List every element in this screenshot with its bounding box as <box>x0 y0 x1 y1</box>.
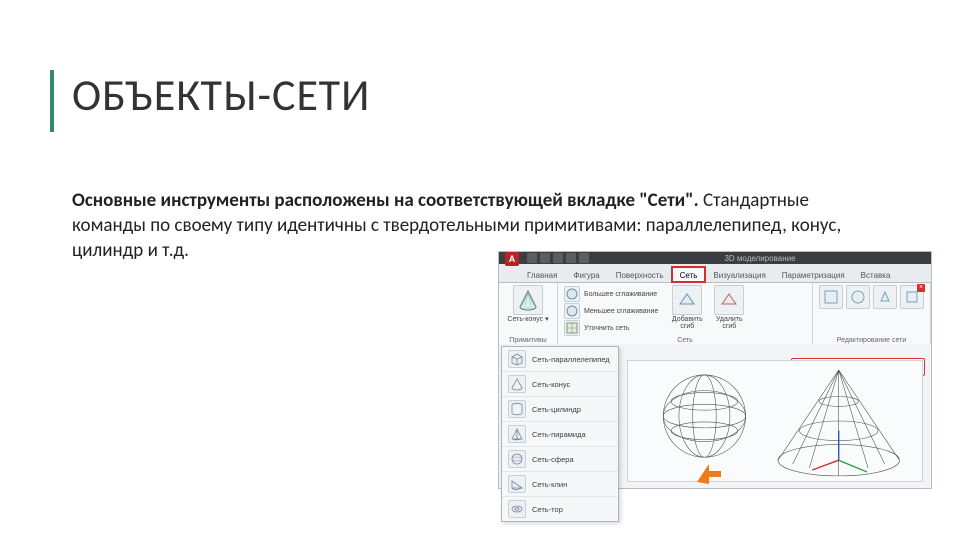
app-logo: A <box>505 252 519 266</box>
crease-add-icon <box>672 285 702 315</box>
accent-bar <box>50 70 54 132</box>
cone-icon <box>508 375 526 393</box>
edit-icon-3[interactable] <box>873 285 897 309</box>
close-badge-icon: × <box>917 284 925 292</box>
tab-param[interactable]: Параметризация <box>774 267 853 282</box>
mesh-cone-label: Сеть-конус ▾ <box>507 316 548 323</box>
tab-shape[interactable]: Фигура <box>565 267 607 282</box>
dd-cylinder[interactable]: Сеть-цилиндр <box>502 397 618 422</box>
sphere-icon <box>508 450 526 468</box>
tab-surface[interactable]: Поверхность <box>608 267 672 282</box>
ribbon-group-primitives: Сеть-конус ▾ Примитивы <box>499 283 558 345</box>
qat-icon[interactable] <box>527 253 537 263</box>
mesh-icon <box>564 320 580 336</box>
cursor-arrow-icon <box>695 462 723 484</box>
cone-icon <box>513 285 543 315</box>
ribbon-tabs: Главная Фигура Поверхность Сеть Визуализ… <box>499 264 931 283</box>
ribbon-group-mesh: Большее сглаживание Меньшее сглаживание … <box>558 283 813 345</box>
dd-torus[interactable]: Сеть-тор <box>502 497 618 521</box>
dd-sphere[interactable]: Сеть-сфера <box>502 447 618 472</box>
tab-mesh[interactable]: Сеть <box>672 267 706 282</box>
refine-mesh-button[interactable]: Уточнить сеть <box>564 320 658 336</box>
qat-icon[interactable] <box>579 253 589 263</box>
ribbon-group-edit: × Редактирование сети <box>813 283 931 345</box>
sphere-icon <box>564 303 580 319</box>
edit-icon-2[interactable] <box>846 285 870 309</box>
smooth-less-button[interactable]: Меньшее сглаживание <box>564 303 658 319</box>
qat-icon[interactable] <box>553 253 563 263</box>
smooth-more-button[interactable]: Большее сглаживание <box>564 286 658 302</box>
tab-visualize[interactable]: Визуализация <box>705 267 773 282</box>
qat-icon[interactable] <box>566 253 576 263</box>
model-viewport[interactable] <box>627 360 923 482</box>
dd-wedge[interactable]: Сеть-клин <box>502 472 618 497</box>
window-title-text: 3D моделирование <box>724 254 795 263</box>
remove-crease-button[interactable]: Удалить сгиб <box>710 285 748 330</box>
wedge-icon <box>508 475 526 493</box>
dd-pyramid[interactable]: Сеть-пирамида <box>502 422 618 447</box>
pyramid-icon <box>508 425 526 443</box>
cylinder-icon <box>508 400 526 418</box>
qat-icon[interactable] <box>540 253 550 263</box>
box-icon <box>508 350 526 368</box>
dd-box[interactable]: Сеть-параллелепипед <box>502 347 618 372</box>
autocad-screenshot: A 3D моделирование Главная Фигура Поверх… <box>498 251 932 489</box>
tab-home[interactable]: Главная <box>519 267 565 282</box>
wireframe-scene-icon <box>628 361 922 481</box>
slide-title: ОБЪЕКТЫ-СЕТИ <box>72 68 370 122</box>
mesh-cone-button[interactable]: Сеть-конус ▾ <box>505 285 551 323</box>
torus-icon <box>508 500 526 518</box>
primitives-dropdown: Сеть-параллелепипед Сеть-конус Сеть-цили… <box>501 346 619 522</box>
body-line1: Основные инструменты расположены на соот… <box>72 189 699 212</box>
quick-access-toolbar <box>527 253 589 263</box>
sphere-icon <box>564 286 580 302</box>
edit-icon-4[interactable]: × <box>900 285 924 309</box>
crease-remove-icon <box>714 285 744 315</box>
dd-cone[interactable]: Сеть-конус <box>502 372 618 397</box>
add-crease-button[interactable]: Добавить сгиб <box>668 285 706 330</box>
edit-icon-1[interactable] <box>819 285 843 309</box>
tab-insert[interactable]: Вставка <box>853 267 899 282</box>
ribbon: Сеть-конус ▾ Примитивы Большее сглаживан… <box>499 283 931 346</box>
window-titlebar: A 3D моделирование <box>499 252 931 264</box>
